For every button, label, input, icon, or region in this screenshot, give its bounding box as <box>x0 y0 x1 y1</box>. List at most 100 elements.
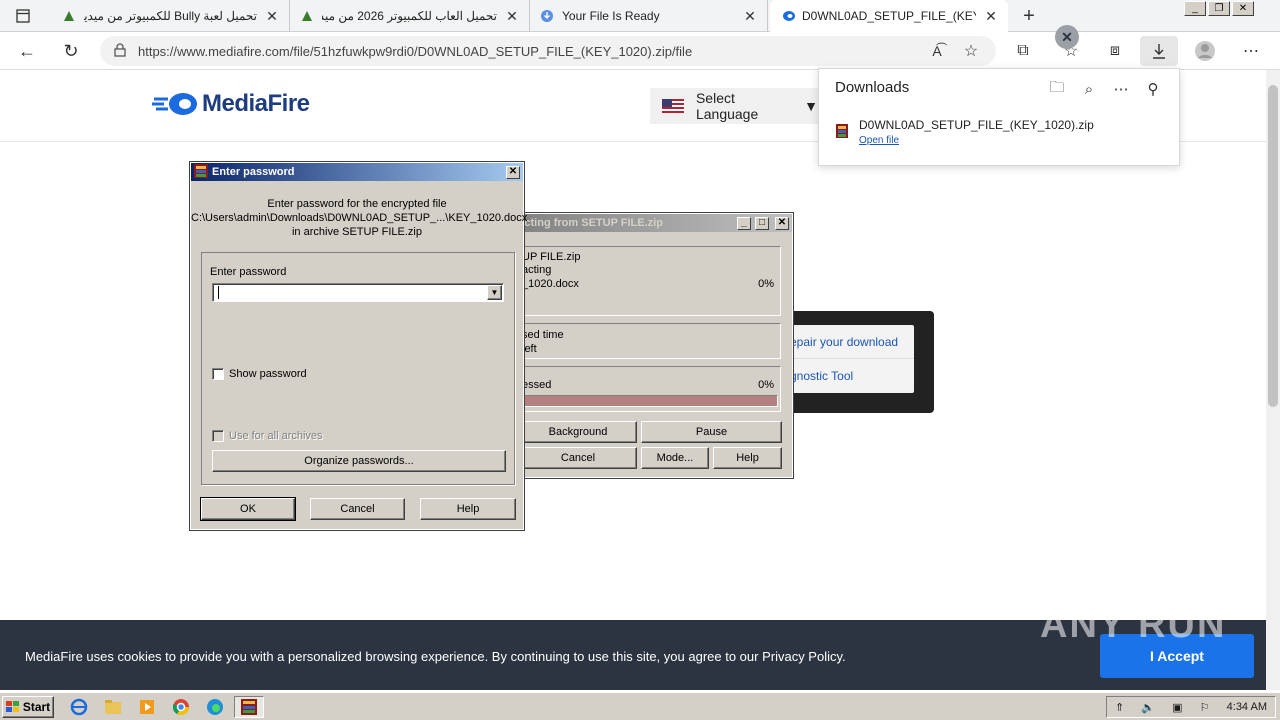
maximize-button[interactable]: □ <box>755 216 769 230</box>
refresh-icon[interactable]: ↻ <box>58 38 84 64</box>
more-menu-icon[interactable]: ⋯ <box>1238 38 1264 64</box>
language-label: Select Language <box>695 90 759 122</box>
search-icon[interactable]: ⌕ <box>1077 77 1101 101</box>
repair-download-link[interactable]: epair your download <box>782 325 914 359</box>
password-dialog: Enter password ✕ Enter password for the … <box>189 161 528 531</box>
tab-title: تحميل العاب للكمبيوتر 2026 من ميديا <box>322 9 497 23</box>
close-button[interactable]: ✕ <box>775 216 789 230</box>
tab-bully[interactable]: تحميل لعبة Bully للكمبيوتر من ميديا ✕ <box>52 0 290 32</box>
open-folder-icon[interactable]: 🗀 <box>1045 77 1069 101</box>
extensions-icon[interactable]: ⧉ <box>1010 38 1036 64</box>
favorite-add-icon[interactable]: ☆ <box>958 38 984 64</box>
close-tab-icon[interactable]: ✕ <box>743 8 757 25</box>
tab-title: Your File Is Ready <box>562 9 660 23</box>
mediafire-logo[interactable]: MediaFire <box>152 90 310 118</box>
network-icon[interactable]: ▣ <box>1172 701 1182 714</box>
time-panel: sed time left <box>517 323 781 359</box>
password-titlebar[interactable]: Enter password ✕ <box>191 163 523 181</box>
show-password-checkbox[interactable] <box>212 368 224 380</box>
cancel-extract-button[interactable]: Cancel <box>519 447 637 469</box>
pin-icon[interactable]: ⚲ <box>1141 77 1165 101</box>
url-text: https://www.mediafire.com/file/51hzfuwkp… <box>138 43 693 59</box>
password-input[interactable]: ▼ <box>212 283 504 302</box>
minimize-button[interactable]: _ <box>1184 1 1206 16</box>
use-all-archives-checkbox <box>212 430 224 442</box>
volume-icon[interactable]: 🔈 <box>1141 701 1155 714</box>
caret-down-icon: ▼ <box>804 98 818 114</box>
pause-button[interactable]: Pause <box>641 421 782 443</box>
close-tab-icon[interactable]: ✕ <box>265 8 279 25</box>
minimize-button[interactable]: _ <box>737 216 751 230</box>
mediafire-favicon-icon <box>300 9 314 23</box>
ok-button[interactable]: OK <box>200 497 296 521</box>
help-extract-button[interactable]: Help <box>713 447 782 469</box>
help-button[interactable]: Help <box>420 498 516 520</box>
address-bar[interactable]: https://www.mediafire.com/file/51hzfuwkp… <box>100 36 996 66</box>
browser-tab-strip: تحميل لعبة Bully للكمبيوتر من ميديا ✕ تح… <box>0 0 1280 32</box>
tab-download-setup[interactable]: D0WNL0AD_SETUP_FILE_(KEY_1 ✕ <box>770 0 1008 32</box>
tab-title: تحميل لعبة Bully للكمبيوتر من ميديا <box>84 9 257 23</box>
browser-toolbar: ← ↻ https://www.mediafire.com/file/51hzf… <box>0 32 1280 70</box>
file-percent: 0% <box>758 278 774 290</box>
start-button[interactable]: Start <box>2 696 54 718</box>
us-flag-icon <box>662 99 684 113</box>
password-title: Enter password <box>212 166 295 178</box>
windows-logo-icon <box>5 701 19 712</box>
organize-passwords-button[interactable]: Organize passwords... <box>212 450 506 472</box>
close-button[interactable]: ✕ <box>506 165 520 179</box>
diagnostic-tool-link[interactable]: gnostic Tool <box>782 359 914 393</box>
extract-dialog: racting from SETUP FILE.zip _ □ ✕ UP FIL… <box>509 212 794 479</box>
archive-name: UP FILE.zip <box>522 251 581 263</box>
password-description: Enter password for the encrypted file C:… <box>191 197 528 239</box>
repair-card: epair your download gnostic Tool <box>782 325 914 393</box>
edge-icon[interactable] <box>200 696 230 718</box>
tab-games[interactable]: تحميل العاب للكمبيوتر 2026 من ميديا ✕ <box>290 0 530 32</box>
scrollbar-thumb[interactable] <box>1268 85 1278 407</box>
extract-file-panel: UP FILE.zip acting _1020.docx 0% <box>517 246 781 316</box>
clock[interactable]: 4:34 AM <box>1227 701 1267 713</box>
show-password-label[interactable]: Show password <box>229 368 307 380</box>
cancel-button[interactable]: Cancel <box>310 498 405 520</box>
back-arrow-icon[interactable]: ← <box>14 38 40 64</box>
close-cookie-icon[interactable]: ✕ <box>1055 25 1079 49</box>
download-file-name[interactable]: D0WNL0AD_SETUP_FILE_(KEY_1020).zip <box>859 118 1094 132</box>
ie-icon[interactable] <box>64 696 94 718</box>
desc-line-2: C:\Users\admin\Downloads\D0WNL0AD_SETUP_… <box>191 212 528 224</box>
downloads-icon[interactable] <box>1140 36 1178 66</box>
explorer-icon[interactable] <box>98 696 128 718</box>
flag-icon[interactable]: ⚐ <box>1200 701 1210 714</box>
media-player-icon[interactable] <box>132 696 162 718</box>
more-options-icon[interactable]: ⋯ <box>1109 77 1133 101</box>
restore-button[interactable]: ❐ <box>1208 1 1230 16</box>
read-aloud-icon[interactable]: A͡ <box>924 38 950 64</box>
anyrun-watermark: ANY RUN <box>1040 604 1227 646</box>
open-file-link[interactable]: Open file <box>859 135 899 146</box>
tab-actions-icon[interactable] <box>10 3 36 29</box>
lock-icon <box>114 42 126 60</box>
dropdown-arrow-icon[interactable]: ▼ <box>487 285 502 300</box>
text-cursor <box>218 286 219 299</box>
close-tab-icon[interactable]: ✕ <box>984 8 998 25</box>
tray-arrow-icon[interactable]: ⇑ <box>1115 701 1124 714</box>
chrome-icon[interactable] <box>166 696 196 718</box>
new-tab-button[interactable]: + <box>1016 3 1042 29</box>
collections-icon[interactable]: ⧈ <box>1102 38 1128 64</box>
language-selector[interactable]: Select Language ▼ <box>650 88 830 124</box>
extract-titlebar[interactable]: racting from SETUP FILE.zip _ □ ✕ <box>511 214 792 232</box>
mode-button[interactable]: Mode... <box>641 447 709 469</box>
use-all-archives-label: Use for all archives <box>229 430 323 442</box>
downloads-title: Downloads <box>835 79 910 96</box>
mediafire-favicon-icon <box>62 9 76 23</box>
background-button[interactable]: Background <box>519 421 637 443</box>
winrar-task-icon[interactable] <box>234 696 264 718</box>
system-tray: ⇑ 🔈 ▣ ⚐ 4:34 AM <box>1106 696 1276 718</box>
close-window-button[interactable]: ✕ <box>1232 1 1254 16</box>
tab-title: D0WNL0AD_SETUP_FILE_(KEY_1 <box>802 9 976 23</box>
current-file: _1020.docx <box>522 278 579 290</box>
profile-avatar-icon[interactable] <box>1192 38 1218 64</box>
winrar-icon <box>194 163 208 181</box>
close-tab-icon[interactable]: ✕ <box>505 8 519 25</box>
processed-percent: 0% <box>758 379 774 391</box>
processed-label: essed <box>522 379 552 391</box>
tab-file-ready[interactable]: Your File Is Ready ✕ <box>530 0 768 32</box>
